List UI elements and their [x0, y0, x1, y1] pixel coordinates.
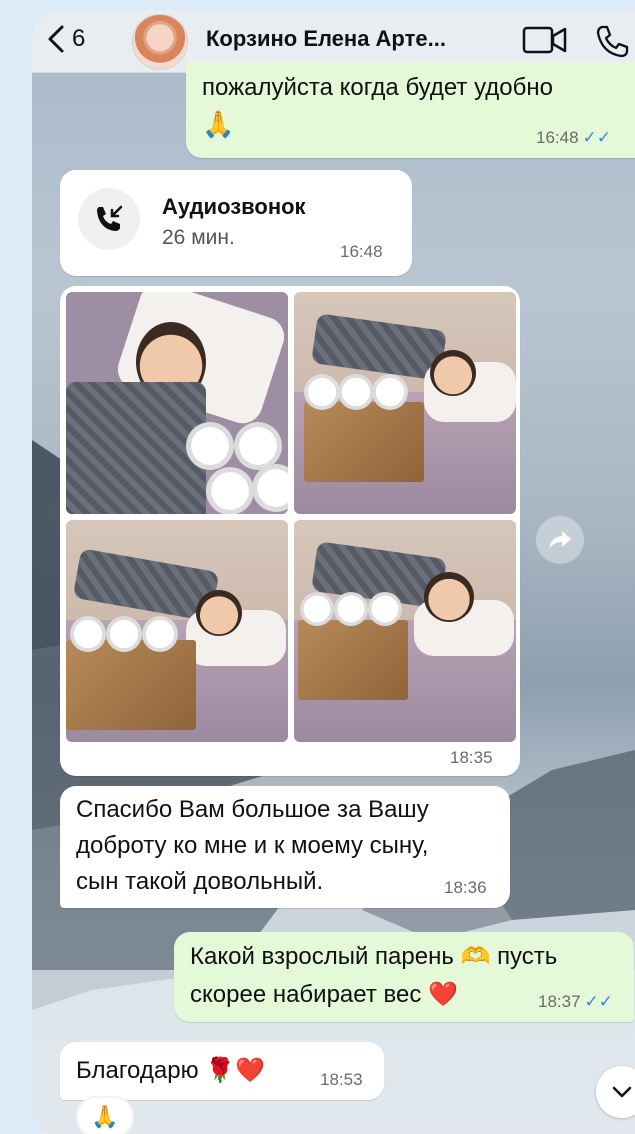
contact-avatar[interactable]: [132, 14, 188, 70]
message-line: скорее набирает вес ❤️: [190, 976, 458, 1013]
video-camera-icon[interactable]: [522, 25, 568, 55]
message-text: пожалуйста когда будет удобно: [202, 74, 553, 101]
text-segment: Какой взрослый парень: [190, 943, 454, 970]
incoming-message[interactable]: Благодарю 🌹❤️ 18:53: [60, 1042, 384, 1100]
message-time: 18:37 ✓✓: [538, 992, 613, 1012]
back-button[interactable]: 6: [46, 24, 85, 54]
message-time: 16:48: [340, 242, 383, 261]
chevron-down-icon: [612, 1086, 632, 1098]
phone-icon[interactable]: [594, 24, 630, 58]
message-line: Спасибо Вам большое за Вашу: [76, 796, 429, 823]
chat-screen: 6 Корзино Елена Арте... пожалуйста когда…: [32, 10, 635, 1134]
pray-emoji: 🙏: [202, 110, 235, 140]
photo-3[interactable]: [66, 520, 288, 742]
message-time: 18:36: [444, 878, 487, 897]
call-duration: 26 мин.: [162, 226, 235, 249]
message-line: доброту ко мне и к моему сыну,: [76, 832, 429, 859]
message-line: Благодарю 🌹❤️: [76, 1052, 265, 1089]
message-time: 18:35: [450, 748, 493, 767]
forward-button[interactable]: [536, 516, 584, 564]
text-segment: скорее набирает вес: [190, 981, 422, 1008]
contact-name[interactable]: Корзино Елена Арте...: [206, 26, 446, 52]
text-segment: пусть: [497, 943, 558, 970]
outgoing-message[interactable]: пожалуйста когда будет удобно 🙏 16:48 ✓✓: [186, 62, 635, 158]
photo-2[interactable]: [294, 292, 516, 514]
unread-count: 6: [72, 25, 86, 52]
photo-1[interactable]: [66, 292, 288, 514]
read-ticks-icon: ✓✓: [584, 992, 614, 1011]
call-title: Аудиозвонок: [162, 194, 306, 219]
message-line: сын такой довольный.: [76, 868, 324, 895]
outgoing-message[interactable]: Какой взрослый парень 🫶 пусть скорее наб…: [174, 932, 634, 1022]
heart-hands-emoji: 🫶: [460, 942, 491, 970]
incoming-message[interactable]: Спасибо Вам большое за Вашу доброту ко м…: [60, 786, 510, 908]
message-reaction[interactable]: 🙏: [76, 1096, 134, 1134]
message-line: Какой взрослый парень 🫶 пусть: [190, 938, 557, 975]
time-label: 18:37: [538, 992, 581, 1011]
message-time: 16:48 ✓✓: [536, 128, 611, 148]
red-heart-emoji: ❤️: [428, 980, 458, 1008]
chevron-left-icon: [48, 25, 64, 53]
read-ticks-icon: ✓✓: [582, 128, 612, 147]
phone-incoming-icon: [97, 205, 123, 231]
rose-heart-emoji: 🌹❤️: [205, 1056, 266, 1084]
message-time: 18:53: [320, 1070, 363, 1089]
incoming-call-icon: [78, 188, 140, 250]
photo-4[interactable]: [294, 520, 516, 742]
audio-call-message[interactable]: Аудиозвонок 26 мин. 16:48: [60, 170, 412, 276]
forward-arrow-icon: [549, 531, 571, 549]
text-segment: Благодарю: [76, 1057, 199, 1084]
photo-album-message[interactable]: 18:35: [60, 286, 520, 776]
time-label: 16:48: [536, 128, 579, 147]
